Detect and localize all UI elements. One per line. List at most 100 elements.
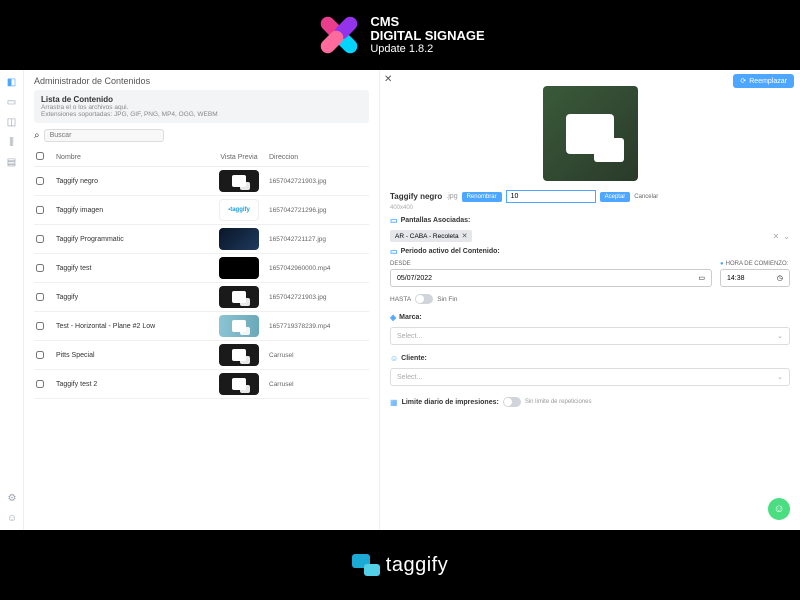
client-icon: ☺ bbox=[390, 354, 398, 363]
row-dir: 1657042721903.jpg bbox=[269, 178, 369, 185]
nav-user-icon[interactable]: ☺ bbox=[6, 512, 18, 524]
row-dir: Carrusel bbox=[269, 352, 369, 359]
top-banner: CMS DIGITAL SIGNAGE Update 1.8.2 bbox=[0, 0, 800, 70]
table-row[interactable]: Taggify test 2 Carrusel bbox=[34, 370, 369, 399]
replace-button[interactable]: ⟳ Reemplazar bbox=[733, 74, 794, 88]
row-checkbox[interactable] bbox=[36, 177, 44, 185]
resolution-label: 400x400 bbox=[390, 205, 790, 211]
row-dir: 1657042721903.jpg bbox=[269, 294, 369, 301]
row-thumbnail bbox=[219, 170, 259, 192]
row-checkbox[interactable] bbox=[36, 380, 44, 388]
col-preview: Vista Previa bbox=[209, 154, 269, 161]
table-row[interactable]: Taggify test 1657042960000.mp4 bbox=[34, 254, 369, 283]
time-from-input[interactable]: 14:38 ◷ bbox=[720, 269, 790, 287]
banner-line1: CMS bbox=[370, 15, 484, 29]
hasta-label: HASTA bbox=[390, 296, 411, 303]
screen-chip[interactable]: AR - CABA - Recoleta ✕ bbox=[390, 230, 472, 242]
rename-button[interactable]: Renombrar bbox=[462, 192, 502, 202]
brand-select[interactable]: Select... ⌄ bbox=[390, 327, 790, 345]
chevron-down-icon: ⌄ bbox=[777, 373, 783, 381]
marca-label: Marca: bbox=[399, 314, 422, 321]
row-checkbox[interactable] bbox=[36, 264, 44, 272]
sin-fin-label: Sin Fin bbox=[437, 296, 457, 303]
row-checkbox[interactable] bbox=[36, 206, 44, 214]
page-title: Administrador de Contenidos bbox=[34, 76, 369, 86]
table-row[interactable]: Taggify Programmatic1657042721127.jpg bbox=[34, 225, 369, 254]
replace-icon: ⟳ bbox=[740, 77, 746, 85]
limit-hint: Sin limite de repeticiones bbox=[525, 399, 592, 405]
row-name: Test - Horizontal - Plane #2 Low bbox=[56, 323, 209, 330]
upload-formats: Extensiones soportadas: JPG, GIF, PNG, M… bbox=[41, 111, 362, 118]
row-name: Taggify Programmatic bbox=[56, 236, 209, 243]
table-row[interactable]: Pitts Special Carrusel bbox=[34, 341, 369, 370]
row-checkbox[interactable] bbox=[36, 235, 44, 243]
row-dir: 1657719378239.mp4 bbox=[269, 323, 369, 330]
table-row[interactable]: Taggify negro 1657042721903.jpg bbox=[34, 167, 369, 196]
calendar-picker-icon: ▭ bbox=[698, 274, 705, 282]
row-dir: Carrusel bbox=[269, 381, 369, 388]
calendar-icon: ▭ bbox=[390, 247, 398, 256]
upload-dropzone[interactable]: Lista de Contenido Arrastra el o los arc… bbox=[34, 90, 369, 123]
row-thumbnail bbox=[219, 373, 259, 395]
content-name: Taggify negro bbox=[390, 192, 442, 201]
row-thumbnail bbox=[219, 286, 259, 308]
row-checkbox[interactable] bbox=[36, 351, 44, 359]
table-row[interactable]: Taggify 1657042721903.jpg bbox=[34, 283, 369, 312]
search-input[interactable] bbox=[44, 129, 164, 142]
row-name: Taggify test 2 bbox=[56, 381, 209, 388]
footer-brand: taggify bbox=[386, 554, 448, 577]
period-label: Periodo activo del Contenido: bbox=[401, 248, 500, 255]
detail-pane: ✕ ⟳ Reemplazar Taggify negro .jpg Renomb… bbox=[379, 70, 800, 530]
row-thumbnail bbox=[219, 315, 259, 337]
nav-stats-icon[interactable]: ⫼ bbox=[6, 136, 18, 148]
content-preview bbox=[543, 86, 638, 181]
table-row[interactable]: Test - Horizontal - Plane #2 Low 16577193… bbox=[34, 312, 369, 341]
impression-limit-toggle[interactable] bbox=[503, 397, 521, 407]
row-name: Taggify negro bbox=[56, 178, 209, 185]
close-button[interactable]: ✕ bbox=[384, 74, 392, 85]
chevron-down-icon: ⌄ bbox=[777, 332, 783, 340]
row-name: Pitts Special bbox=[56, 352, 209, 359]
duration-input[interactable] bbox=[506, 190, 596, 203]
cancel-button[interactable]: Cancelar bbox=[634, 194, 658, 200]
date-from-input[interactable]: 05/07/2022 ▭ bbox=[390, 269, 712, 287]
content-ext: .jpg bbox=[446, 193, 457, 200]
end-date-toggle[interactable] bbox=[415, 294, 433, 304]
taggify-logo-icon bbox=[352, 554, 380, 576]
row-dir: 1657042960000.mp4 bbox=[269, 265, 369, 272]
nav-content-icon[interactable]: ◫ bbox=[6, 116, 18, 128]
hora-label: HORA DE COMIENZO: bbox=[726, 261, 789, 267]
col-name: Nombre bbox=[56, 154, 209, 161]
upload-hint: Arrastra el o los archivos aqui. bbox=[41, 104, 362, 111]
content-list-pane: Administrador de Contenidos Lista de Con… bbox=[24, 70, 379, 530]
remove-chip-icon[interactable]: ✕ bbox=[462, 232, 468, 240]
accept-button[interactable]: Aceptar bbox=[600, 192, 631, 202]
nav-settings-icon[interactable]: ⚙ bbox=[6, 492, 18, 504]
clock-dot-icon: ● bbox=[720, 261, 724, 267]
nav-schedule-icon[interactable]: ▤ bbox=[6, 156, 18, 168]
app-shell: ◧ ▭ ◫ ⫼ ▤ ⚙ ☺ Administrador de Contenido… bbox=[0, 70, 800, 530]
overlap-icon bbox=[566, 114, 614, 154]
nav-dashboard-icon[interactable]: ◧ bbox=[6, 76, 18, 88]
row-name: Taggify test bbox=[56, 265, 209, 272]
row-name: Taggify imagen bbox=[56, 207, 209, 214]
col-dir: Direccion bbox=[269, 154, 369, 161]
help-fab[interactable]: ☺ bbox=[768, 498, 790, 520]
row-checkbox[interactable] bbox=[36, 293, 44, 301]
desde-label: DESDE bbox=[390, 261, 411, 267]
footer-banner: taggify bbox=[0, 530, 800, 600]
row-thumbnail bbox=[219, 228, 259, 250]
row-dir: 1657042721296.jpg bbox=[269, 207, 369, 214]
limit-icon: ▦ bbox=[390, 398, 398, 407]
row-thumbnail bbox=[219, 344, 259, 366]
select-all-checkbox[interactable] bbox=[36, 152, 44, 160]
sidebar: ◧ ▭ ◫ ⫼ ▤ ⚙ ☺ bbox=[0, 70, 24, 530]
nav-screens-icon[interactable]: ▭ bbox=[6, 96, 18, 108]
client-select[interactable]: Select... ⌄ bbox=[390, 368, 790, 386]
table-row[interactable]: Taggify imagen▪taggify1657042721296.jpg bbox=[34, 196, 369, 225]
chevron-down-icon[interactable]: ⌄ bbox=[783, 232, 790, 241]
clear-icon[interactable]: ✕ bbox=[773, 232, 780, 241]
screens-select[interactable]: AR - CABA - Recoleta ✕ ✕⌄ bbox=[390, 230, 790, 242]
row-name: Taggify bbox=[56, 294, 209, 301]
row-checkbox[interactable] bbox=[36, 322, 44, 330]
